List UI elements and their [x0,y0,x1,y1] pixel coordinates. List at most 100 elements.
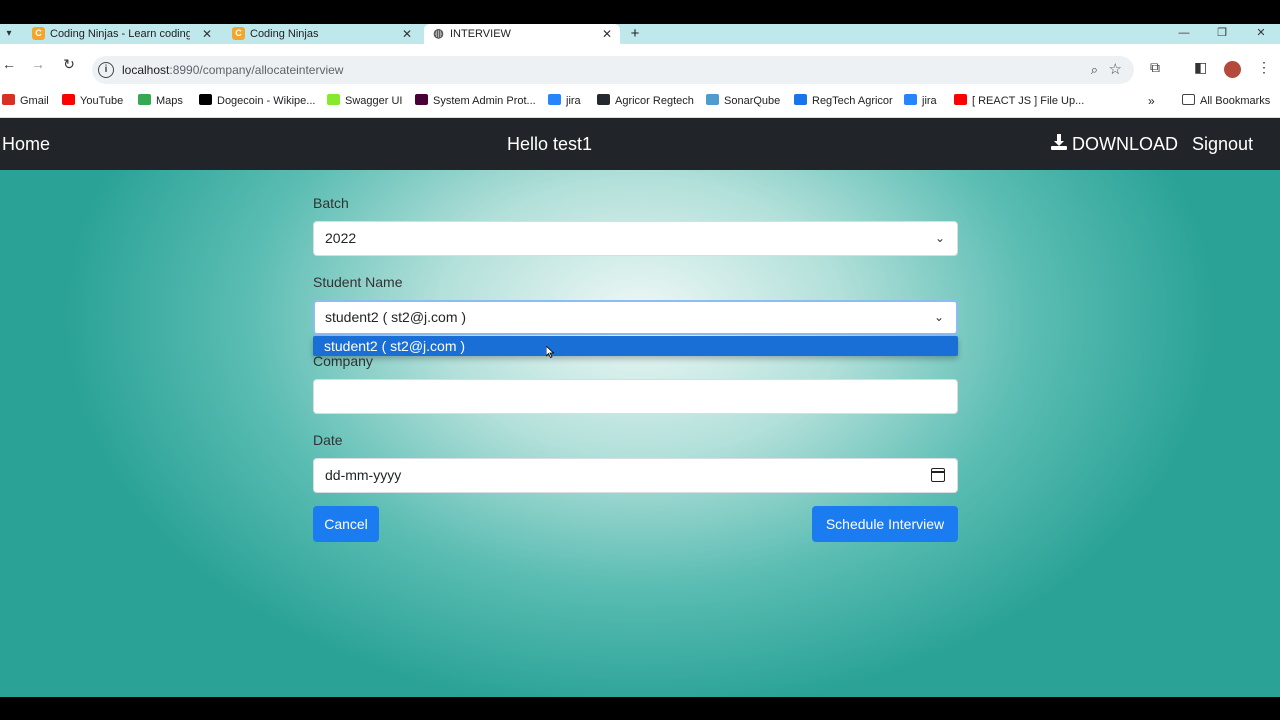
download-link[interactable]: DOWNLOAD [1050,118,1178,170]
browser-menu-icon[interactable]: ⋮ [1257,59,1271,76]
url-host: localhost [122,63,170,77]
extensions-icon[interactable]: ⧉ [1150,59,1160,76]
globe-icon: ◍ [433,26,444,40]
folder-icon [1182,94,1195,105]
bookmark-item[interactable]: jira [548,94,581,107]
close-tab-icon[interactable]: ✕ [602,24,612,44]
student-value: student2 ( st2@j.com ) [325,309,467,325]
back-icon[interactable]: ← [0,55,18,73]
browser-tab-interview[interactable]: ◍ INTERVIEW ✕ [424,24,620,44]
bookmark-favicon-icon [138,94,151,105]
more-bookmarks-icon[interactable]: » [1148,94,1155,108]
date-placeholder: dd-mm-yyyy [325,467,402,483]
all-bookmarks-label: All Bookmarks [1200,95,1271,107]
chevron-down-icon: ⌄ [933,310,944,324]
batch-select[interactable]: 2022 ⌄ [313,221,958,256]
bookmark-item[interactable]: Maps [138,94,183,107]
bookmark-favicon-icon [954,94,967,105]
cancel-button[interactable]: Cancel [313,506,379,542]
bookmark-item[interactable]: jira [904,94,937,107]
bookmark-label: Maps [156,95,183,107]
bookmark-label: System Admin Prot... [433,95,536,107]
schedule-interview-button[interactable]: Schedule Interview [812,506,958,542]
bookmark-item[interactable]: Gmail [2,94,49,107]
bookmark-label: YouTube [80,95,124,107]
bookmark-label: RegTech Agricor [812,95,893,107]
bookmark-label: jira [566,95,581,107]
student-name-select[interactable]: student2 ( st2@j.com ) ⌄ [313,300,958,335]
student-option-label: student2 ( st2@j.com ) [324,338,466,354]
date-input[interactable]: dd-mm-yyyy [313,458,958,493]
browser-tab-coding-ninjas[interactable]: C Coding Ninjas ✕ [224,24,420,44]
reload-icon[interactable]: ↻ [60,55,78,73]
bookmark-label: Agricor Regtech [615,95,694,107]
batch-value: 2022 [325,230,357,246]
letterbox-top [0,0,1280,24]
bookmark-favicon-icon [904,94,917,105]
minimize-icon[interactable]: — [1166,24,1202,44]
restore-icon[interactable]: ❐ [1204,24,1240,44]
bookmark-item[interactable]: RegTech Agricor [794,94,893,107]
bookmark-favicon-icon [794,94,807,105]
bookmark-label: SonarQube [724,95,781,107]
bookmark-star-icon[interactable]: ☆ [1109,60,1122,78]
bookmark-label: Swagger UI [345,95,403,107]
coding-ninjas-icon: C [32,27,45,40]
browser-tab-strip: ▾ C Coding Ninjas - Learn coding o ✕ C C… [0,24,1280,44]
side-panel-icon[interactable]: ◧ [1194,59,1207,76]
bookmark-item[interactable]: System Admin Prot... [415,94,536,107]
bookmark-favicon-icon [2,94,15,105]
student-name-label: Student Name [313,274,403,290]
bookmark-favicon-icon [62,94,75,105]
close-tab-icon[interactable]: ✕ [402,24,412,44]
browser-toolbar: ← → ↻ i localhost:8990/company/allocatei… [0,44,1280,84]
bookmark-item[interactable]: SonarQube [706,94,780,107]
coding-ninjas-icon: C [232,27,245,40]
download-icon [1051,134,1067,150]
bookmark-item[interactable]: Dogecoin - Wikipe... [199,94,315,107]
signout-link[interactable]: Signout [1192,118,1253,170]
url-path: :8990/company/allocateinterview [169,63,344,77]
chevron-down-icon: ⌄ [934,231,945,245]
bookmark-label: [ REACT JS ] File Up... [972,95,1085,107]
tab-title: Coding Ninjas [250,28,319,40]
date-label: Date [313,432,343,448]
bookmark-favicon-icon [327,94,340,105]
close-tab-icon[interactable]: ✕ [202,24,212,44]
new-tab-icon[interactable]: + [626,25,644,43]
bookmark-item[interactable]: Swagger UI [327,94,402,107]
bookmark-label: Dogecoin - Wikipe... [217,95,316,107]
bookmark-label: Gmail [20,95,49,107]
company-input[interactable] [313,379,958,414]
tab-title: Coding Ninjas - Learn coding o [50,28,190,40]
bookmarks-bar: » All Bookmarks Gmail YouTube Maps Dogecoin… [0,84,1280,118]
forward-icon[interactable]: → [29,55,47,73]
bookmark-favicon-icon [706,94,719,105]
address-bar[interactable]: i localhost:8990/company/allocateintervi… [92,56,1134,84]
tab-title: INTERVIEW [450,28,511,40]
calendar-icon[interactable] [931,468,945,482]
close-window-icon[interactable]: ✕ [1243,24,1279,44]
bookmark-item[interactable]: [ REACT JS ] File Up... [954,94,1084,107]
bookmark-favicon-icon [597,94,610,105]
batch-label: Batch [313,195,349,211]
zoom-icon[interactable]: ⌕ [1091,62,1098,78]
home-link[interactable]: Home [2,118,50,170]
bookmark-item[interactable]: Agricor Regtech [597,94,694,107]
student-option-0[interactable]: student2 ( st2@j.com ) [313,336,958,356]
site-info-icon[interactable]: i [98,62,114,78]
profile-avatar[interactable] [1224,61,1241,78]
greeting-text: Hello test1 [507,134,593,154]
bookmark-favicon-icon [199,94,212,105]
tab-search-icon[interactable]: ▾ [2,26,16,42]
letterbox-bottom [0,697,1280,720]
bookmark-item[interactable]: YouTube [62,94,123,107]
all-bookmarks-folder[interactable]: All Bookmarks [1182,94,1270,107]
browser-tab-coding-ninjas-learn[interactable]: C Coding Ninjas - Learn coding o ✕ [24,24,220,44]
app-navbar: Home Hello test1 DOWNLOAD Signout [0,118,1280,170]
mouse-cursor-icon [546,346,554,358]
download-label: DOWNLOAD [1072,134,1179,154]
bookmark-label: jira [922,95,937,107]
bookmark-favicon-icon [548,94,561,105]
url-text[interactable]: localhost:8990/company/allocateinterview [122,56,343,84]
